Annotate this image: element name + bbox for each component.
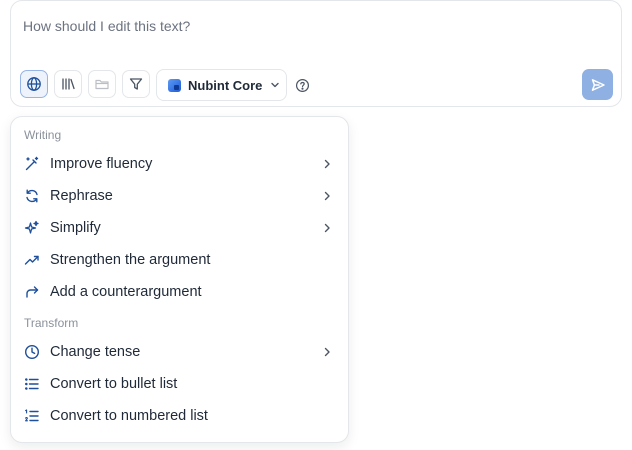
send-icon bbox=[590, 77, 606, 93]
refresh-icon bbox=[24, 188, 40, 204]
menu-item-simplify[interactable]: Simplify bbox=[11, 213, 348, 243]
chevron-right-icon bbox=[320, 189, 334, 203]
menu-item-label: Convert to numbered list bbox=[50, 408, 208, 424]
prompt-input[interactable] bbox=[23, 15, 563, 37]
menu-item-convert-numbered-list[interactable]: Convert to numbered list bbox=[11, 401, 348, 431]
help-circle-icon bbox=[295, 78, 310, 93]
redo-arrow-icon bbox=[24, 284, 40, 300]
folder-button[interactable] bbox=[88, 70, 116, 98]
menu-item-label: Rephrase bbox=[50, 188, 113, 204]
prompt-composer: Nubint Core bbox=[10, 0, 622, 107]
menu-item-label: Convert to bullet list bbox=[50, 376, 178, 392]
send-button[interactable] bbox=[582, 69, 613, 100]
magic-wand-icon bbox=[24, 156, 40, 172]
menu-item-change-tense[interactable]: Change tense bbox=[11, 337, 348, 367]
chevron-right-icon bbox=[320, 345, 334, 359]
web-search-button[interactable] bbox=[20, 70, 48, 98]
section-label-transform: Transform bbox=[24, 316, 79, 330]
model-selector[interactable]: Nubint Core bbox=[156, 69, 287, 101]
edit-actions-menu: Writing Improve fluency Rephrase Simplif… bbox=[10, 116, 349, 443]
trending-up-icon bbox=[24, 252, 40, 268]
help-button[interactable] bbox=[294, 77, 310, 93]
globe-icon bbox=[26, 76, 42, 92]
chevron-right-icon bbox=[320, 157, 334, 171]
model-logo-icon bbox=[168, 78, 181, 92]
menu-item-label: Change tense bbox=[50, 344, 141, 360]
sparkles-icon bbox=[24, 220, 40, 236]
menu-item-convert-bullet-list[interactable]: Convert to bullet list bbox=[11, 369, 348, 399]
menu-item-improve-fluency[interactable]: Improve fluency bbox=[11, 149, 348, 179]
menu-item-rephrase[interactable]: Rephrase bbox=[11, 181, 348, 211]
bullet-list-icon bbox=[24, 376, 40, 392]
menu-item-label: Improve fluency bbox=[50, 156, 153, 172]
section-label-writing: Writing bbox=[24, 128, 62, 142]
library-icon bbox=[60, 76, 76, 92]
menu-item-add-counterargument[interactable]: Add a counterargument bbox=[11, 277, 348, 307]
folder-icon bbox=[94, 76, 110, 92]
model-name: Nubint Core bbox=[188, 77, 263, 93]
filter-button[interactable] bbox=[122, 70, 150, 98]
menu-item-label: Strengthen the argument bbox=[50, 252, 211, 268]
library-button[interactable] bbox=[54, 70, 82, 98]
numbered-list-icon bbox=[24, 408, 40, 424]
clock-icon bbox=[24, 344, 40, 360]
filter-icon bbox=[128, 76, 144, 92]
chevron-right-icon bbox=[320, 221, 334, 235]
menu-item-label: Add a counterargument bbox=[50, 284, 202, 300]
menu-item-strengthen-argument[interactable]: Strengthen the argument bbox=[11, 245, 348, 275]
menu-item-label: Simplify bbox=[50, 220, 101, 236]
chevron-down-icon bbox=[269, 79, 281, 91]
